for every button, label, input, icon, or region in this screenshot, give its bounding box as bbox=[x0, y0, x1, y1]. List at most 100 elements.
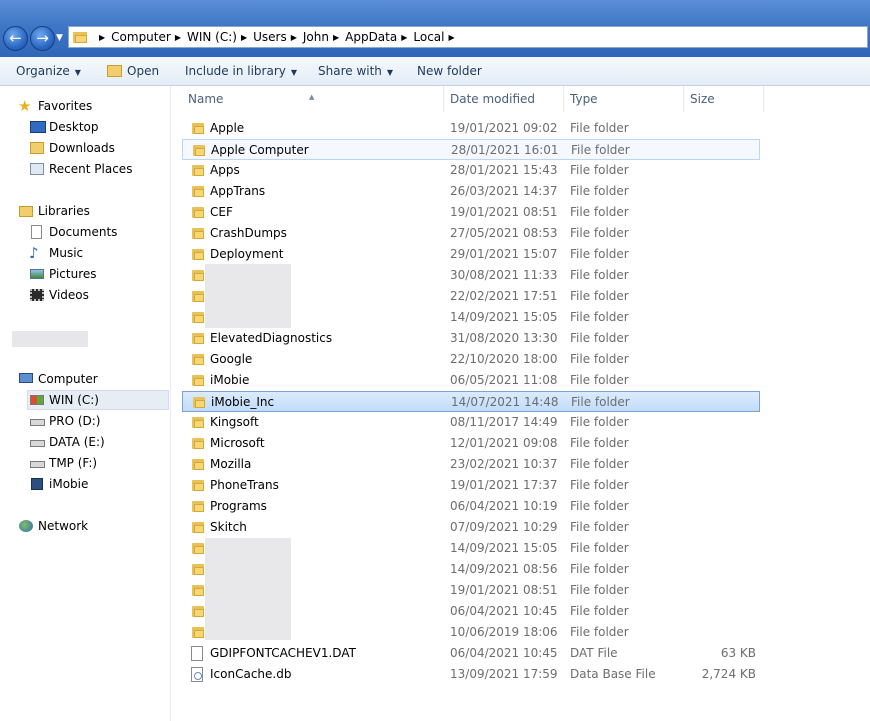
share-with-menu[interactable]: Share with ▼ bbox=[318, 57, 393, 86]
file-type: File folder bbox=[570, 184, 629, 198]
open-label: Open bbox=[127, 64, 160, 78]
new-folder-button[interactable]: New folder bbox=[417, 57, 482, 86]
file-date: 06/05/2021 11:08 bbox=[450, 373, 558, 387]
file-date: 19/01/2021 08:51 bbox=[450, 205, 558, 219]
file-name: AppTrans bbox=[210, 184, 266, 198]
nav-music-label: Music bbox=[49, 246, 84, 260]
file-name: IconCache.db bbox=[210, 667, 292, 681]
file-type: File folder bbox=[570, 310, 629, 324]
file-date: 06/04/2021 10:45 bbox=[450, 604, 558, 618]
file-type: File folder bbox=[570, 436, 629, 450]
recent-pages-dropdown[interactable]: ▼ bbox=[56, 33, 66, 43]
file-date: 19/01/2021 09:02 bbox=[450, 121, 558, 135]
nav-drive-win-c[interactable]: WIN (C:) bbox=[27, 390, 169, 410]
file-type: File folder bbox=[570, 499, 629, 513]
file-type: File folder bbox=[570, 247, 629, 261]
open-button[interactable]: Open bbox=[107, 57, 159, 86]
file-row[interactable]: Programs 06/04/2021 10:19 File folder bbox=[182, 496, 760, 517]
chevron-right-icon[interactable]: ▶ bbox=[401, 33, 407, 42]
file-date: 29/01/2021 15:07 bbox=[450, 247, 558, 261]
breadcrumb-item[interactable]: ▶ Computer bbox=[95, 30, 171, 44]
back-button[interactable]: ← bbox=[3, 26, 28, 51]
file-row[interactable]: Apple Computer 28/01/2021 16:01 File folde… bbox=[182, 139, 760, 160]
include-in-library-menu[interactable]: Include in library ▼ bbox=[185, 57, 297, 86]
chevron-right-icon[interactable]: ▶ bbox=[333, 33, 339, 42]
column-header-size[interactable]: Size bbox=[684, 86, 764, 112]
file-type: File folder bbox=[570, 331, 629, 345]
file-date: 06/04/2021 10:45 bbox=[450, 646, 558, 660]
documents-icon bbox=[29, 224, 45, 240]
file-date: 23/02/2021 10:37 bbox=[450, 457, 558, 471]
nav-libraries-label: Libraries bbox=[38, 204, 90, 218]
file-size: 63 KB bbox=[720, 646, 756, 660]
organize-menu[interactable]: Organize ▼ bbox=[16, 57, 81, 86]
file-row[interactable]: Deployment 29/01/2021 15:07 File folder bbox=[182, 244, 760, 265]
chevron-down-icon: ▼ bbox=[386, 68, 394, 77]
file-row[interactable]: CEF 19/01/2021 08:51 File folder bbox=[182, 202, 760, 223]
column-header-date-modified-label: Date modified bbox=[450, 92, 536, 106]
file-date: 28/01/2021 16:01 bbox=[451, 143, 559, 157]
breadcrumb-item[interactable]: ▶ Users bbox=[237, 30, 287, 44]
address-bar[interactable]: ▶ Computer ▶ WIN (C:) ▶ Users ▶ John ▶ AppData ▶ Lo… bbox=[68, 26, 868, 48]
chevron-right-icon[interactable]: ▶ bbox=[99, 33, 105, 42]
title-bar: ← → ▼ ▶ Computer ▶ WIN (C:) ▶ Users ▶ John ▶ AppD… bbox=[0, 0, 870, 57]
column-header-type[interactable]: Type bbox=[564, 86, 684, 112]
file-type: File folder bbox=[570, 457, 629, 471]
folder-icon bbox=[73, 31, 87, 43]
file-date: 19/01/2021 17:37 bbox=[450, 478, 558, 492]
file-date: 08/11/2017 14:49 bbox=[450, 415, 558, 429]
file-row[interactable]: Microsoft 12/01/2021 09:08 File folder bbox=[182, 433, 760, 454]
folder-icon bbox=[191, 499, 205, 513]
file-name: CEF bbox=[210, 205, 233, 219]
breadcrumb-item[interactable]: ▶ AppData bbox=[329, 30, 397, 44]
sort-ascending-icon: ▲ bbox=[309, 93, 315, 101]
network-icon bbox=[18, 518, 34, 534]
chevron-right-icon[interactable]: ▶ bbox=[291, 33, 297, 42]
file-row[interactable]: GDIPFONTCACHEV1.DAT 06/04/2021 10:45 DAT F… bbox=[182, 643, 760, 664]
folder-icon bbox=[191, 457, 205, 471]
chevron-right-icon[interactable]: ▶ bbox=[175, 33, 181, 42]
column-header-size-label: Size bbox=[690, 92, 715, 106]
folder-icon bbox=[191, 226, 205, 240]
folder-icon bbox=[192, 143, 206, 157]
file-row[interactable]: Apps 28/01/2021 15:43 File folder bbox=[182, 160, 760, 181]
file-type: DAT File bbox=[570, 646, 618, 660]
file-name: Apple Computer bbox=[211, 143, 309, 157]
drive-icon bbox=[29, 434, 45, 450]
forward-button[interactable]: → bbox=[30, 26, 55, 51]
column-header-name[interactable]: Name ▲ bbox=[182, 86, 444, 112]
file-row[interactable]: Kingsoft 08/11/2017 14:49 File folder bbox=[182, 412, 760, 433]
file-row[interactable]: iMobie_Inc 14/07/2021 14:48 File folder bbox=[182, 391, 760, 412]
file-date: 30/08/2021 11:33 bbox=[450, 268, 558, 282]
music-icon: ♪ bbox=[29, 244, 39, 262]
file-name: ElevatedDiagnostics bbox=[210, 331, 333, 345]
file-type: File folder bbox=[570, 478, 629, 492]
breadcrumb-item[interactable]: ▶ WIN (C:) bbox=[171, 30, 237, 44]
file-row[interactable]: IconCache.db 13/09/2021 17:59 Data Base Fi… bbox=[182, 664, 760, 685]
chevron-right-icon[interactable]: ▶ bbox=[241, 33, 247, 42]
breadcrumb-item[interactable]: ▶ Local bbox=[397, 30, 444, 44]
drive-icon bbox=[29, 413, 45, 429]
redacted-name bbox=[205, 264, 291, 328]
file-date: 14/07/2021 14:48 bbox=[451, 395, 559, 409]
chevron-right-icon[interactable]: ▶ bbox=[449, 30, 455, 44]
file-row[interactable]: iMobie 06/05/2021 11:08 File folder bbox=[182, 370, 760, 391]
nav-downloads-label: Downloads bbox=[49, 141, 115, 155]
desktop-icon bbox=[29, 119, 46, 135]
file-row[interactable]: CrashDumps 27/05/2021 08:53 File folder bbox=[182, 223, 760, 244]
file-name: CrashDumps bbox=[210, 226, 287, 240]
redacted-item bbox=[12, 331, 88, 347]
column-header-date-modified[interactable]: Date modified bbox=[444, 86, 564, 112]
file-row[interactable]: Skitch 07/09/2021 10:29 File folder bbox=[182, 517, 760, 538]
file-type: File folder bbox=[570, 205, 629, 219]
file-row[interactable]: Google 22/10/2020 18:00 File folder bbox=[182, 349, 760, 370]
file-row[interactable]: Apple 19/01/2021 09:02 File folder bbox=[182, 118, 760, 139]
file-row[interactable]: PhoneTrans 19/01/2021 17:37 File folder bbox=[182, 475, 760, 496]
file-row[interactable]: Mozilla 23/02/2021 10:37 File folder bbox=[182, 454, 760, 475]
nav-drive-pro-d-label: PRO (D:) bbox=[49, 414, 101, 428]
chevron-down-icon: ▼ bbox=[74, 68, 81, 77]
breadcrumb-item[interactable]: ▶ John bbox=[287, 30, 329, 44]
breadcrumb-label: Local bbox=[413, 30, 445, 44]
file-row[interactable]: ElevatedDiagnostics 31/08/2020 13:30 File … bbox=[182, 328, 760, 349]
file-row[interactable]: AppTrans 26/03/2021 14:37 File folder bbox=[182, 181, 760, 202]
